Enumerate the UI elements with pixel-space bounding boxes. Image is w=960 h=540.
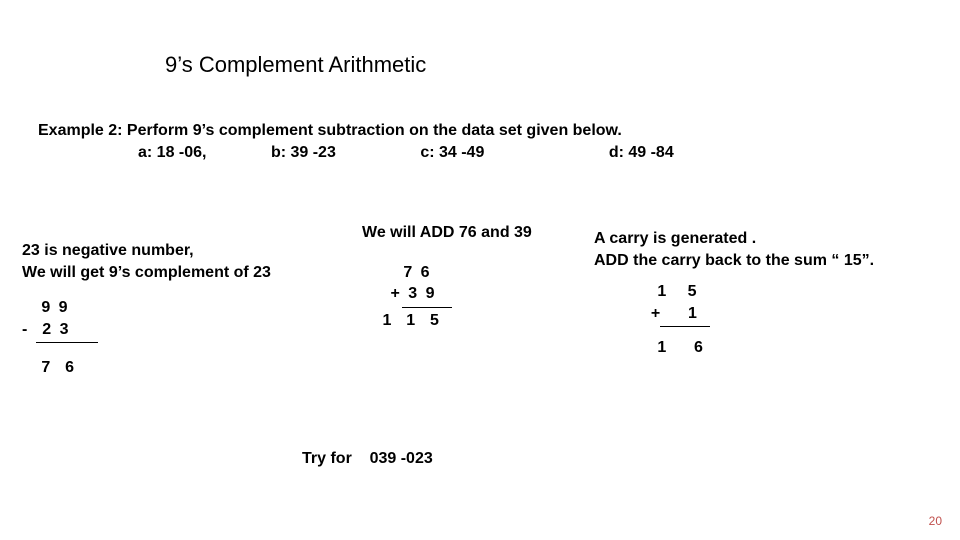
col2-rule — [402, 307, 452, 308]
try-value: 039 -023 — [370, 450, 433, 467]
col3-rule — [660, 326, 710, 327]
col1-result: 7 6 — [22, 357, 322, 379]
part-a: a: 18 -06, — [138, 144, 206, 162]
column-1: 23 is negative number, We will get 9’s c… — [22, 240, 322, 379]
col2-result: 1 1 5 — [376, 310, 582, 332]
col1-rule — [36, 342, 98, 343]
col2-row1: 7 6 — [384, 262, 582, 284]
slide: 9’s Complement Arithmetic Example 2: Per… — [0, 0, 960, 540]
example-prompt: Example 2: Perform 9’s complement subtra… — [38, 122, 622, 140]
col1-text1: 23 is negative number, — [22, 240, 322, 262]
col3-row1: 1 5 — [638, 281, 934, 303]
part-d: d: 49 -84 — [609, 144, 674, 162]
col2-text1: We will ADD 76 and 39 — [362, 222, 582, 244]
col3-text1: A carry is generated . — [594, 228, 934, 250]
page-number: 20 — [929, 514, 942, 528]
column-2: We will ADD 76 and 39 7 6 + 3 9 1 1 5 — [362, 222, 582, 331]
col1-text2: We will get 9’s complement of 23 — [22, 262, 322, 284]
try-label: Try for — [302, 450, 352, 467]
col3-row2: + 1 — [638, 303, 934, 325]
col2-row2: + 3 9 — [384, 283, 582, 305]
col1-row1: 9 9 — [22, 297, 322, 319]
try-for-line: Try for 039 -023 — [302, 450, 433, 468]
column-3: A carry is generated . ADD the carry bac… — [594, 228, 934, 359]
col3-result: 1 6 — [638, 337, 934, 359]
col1-row2: - 2 3 — [22, 319, 322, 341]
part-c: c: 34 -49 — [420, 144, 484, 162]
page-title: 9’s Complement Arithmetic — [165, 52, 426, 78]
col3-text2: ADD the carry back to the sum “ 15”. — [594, 250, 934, 272]
part-b: b: 39 -23 — [271, 144, 336, 162]
subparts-row: a: 18 -06, b: 39 -23 c: 34 -49 d: 49 -84 — [38, 144, 838, 162]
